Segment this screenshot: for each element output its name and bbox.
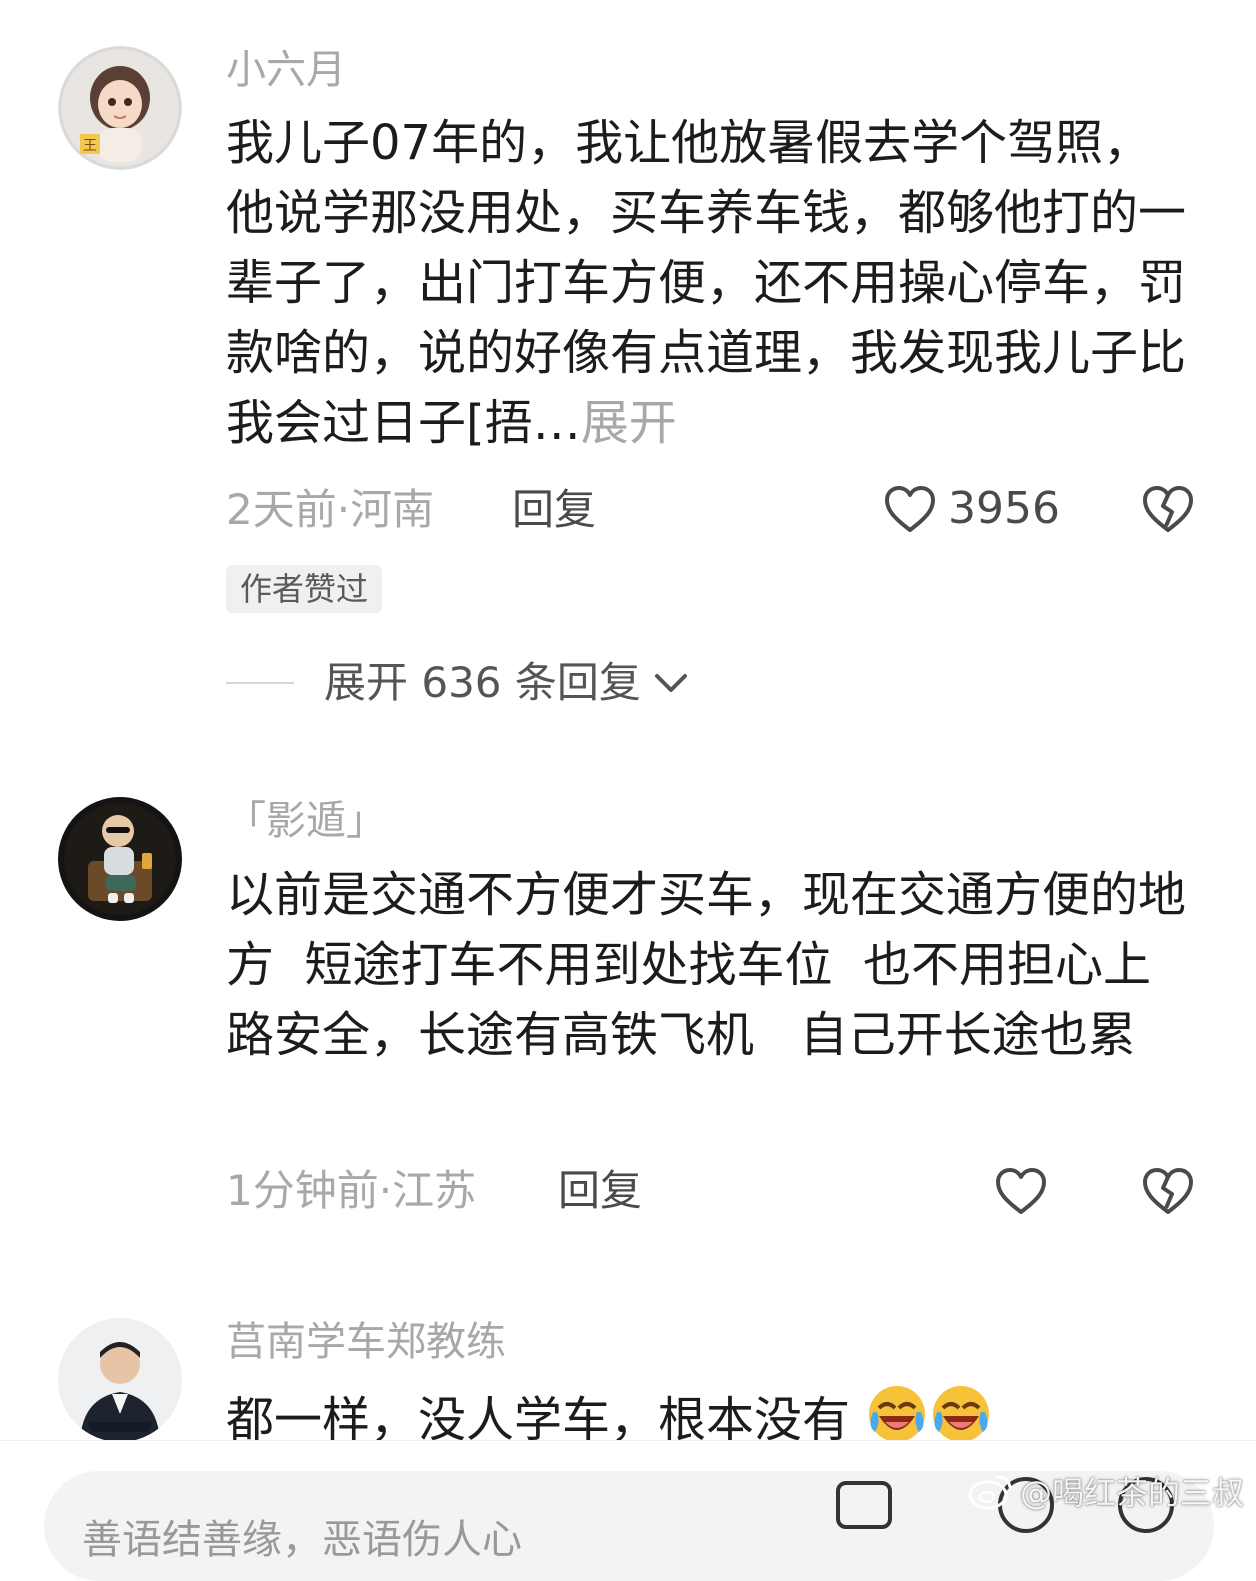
like-button[interactable]	[995, 1166, 1059, 1216]
avatar[interactable]	[58, 1318, 182, 1442]
rolling-laughing-emoji	[933, 1386, 990, 1442]
svg-text:王: 王	[83, 138, 97, 154]
broken-heart-icon	[1143, 1168, 1193, 1214]
time-location: 1分钟前·江苏	[226, 1166, 477, 1215]
dislike-button[interactable]	[1142, 484, 1194, 538]
heart-outline-icon	[996, 1168, 1046, 1214]
input-placeholder: 善语结善缘，恶语伤人心	[82, 1517, 522, 1563]
reply-button[interactable]: 回复	[512, 485, 596, 535]
expand-replies-button[interactable]: 展开 636 条回复	[226, 658, 691, 708]
heart-outline-icon	[885, 486, 935, 532]
watermark-text: @喝红茶的三叔	[1020, 1474, 1245, 1512]
image-icon[interactable]	[832, 1473, 896, 1537]
expand-replies-label: 展开 636 条回复	[324, 658, 641, 707]
comment-body: 我儿子07年的，我让他放暑假去学个驾照，他说学那没用处，买车养车钱，都够他打的一…	[226, 115, 1187, 451]
reply-button[interactable]: 回复	[558, 1166, 642, 1216]
comment-text: 我儿子07年的，我让他放暑假去学个驾照，他说学那没用处，买车养车钱，都够他打的一…	[226, 108, 1186, 458]
author-liked-badge: 作者赞过	[226, 565, 383, 613]
avatar[interactable]	[58, 797, 182, 921]
rolling-laughing-emoji	[869, 1386, 926, 1442]
like-button[interactable]: 3956	[884, 484, 1060, 534]
comment-text: 以前是交通不方便才买车，现在交通方便的地方 短途打车不用到处找车位 也不用担心上…	[226, 867, 1187, 1063]
watermark: @喝红茶的三叔	[968, 1468, 1244, 1514]
avatar[interactable]: 王	[58, 46, 182, 170]
time-location: 2天前·河南	[226, 485, 435, 534]
broken-heart-icon	[1143, 486, 1193, 532]
chevron-down-icon	[654, 674, 687, 692]
username[interactable]: 莒南学车郑教练	[226, 1318, 506, 1366]
weibo-logo-icon	[968, 1475, 1012, 1510]
username[interactable]: 「影遁」	[226, 797, 386, 845]
like-count: 3956	[948, 483, 1060, 534]
divider	[226, 682, 294, 684]
dislike-button[interactable]	[1142, 1166, 1194, 1220]
username[interactable]: 小六月	[226, 46, 346, 94]
expand-text-button[interactable]: 展开	[581, 395, 677, 451]
